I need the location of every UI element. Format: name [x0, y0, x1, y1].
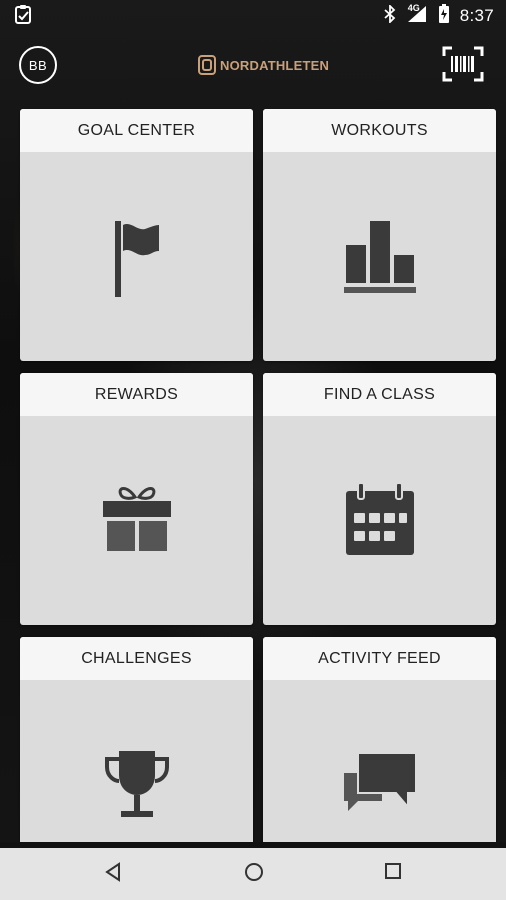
barcode-scan-icon — [442, 46, 484, 82]
app-header: BB NORDATHLETEN — [0, 32, 506, 98]
network-type: 4G — [407, 2, 420, 13]
tile-goal-center[interactable]: GOAL CENTER — [20, 109, 253, 361]
logo-text: NORDATHLETEN — [220, 57, 330, 73]
recents-icon — [385, 863, 401, 879]
back-button[interactable] — [104, 862, 122, 887]
tile-title: REWARDS — [20, 373, 253, 416]
tile-title: CHALLENGES — [20, 637, 253, 680]
tile-title: GOAL CENTER — [20, 109, 253, 152]
gift-icon — [20, 485, 253, 553]
tile-title: FIND A CLASS — [263, 373, 496, 416]
tile-title: WORKOUTS — [263, 109, 496, 152]
bar-chart-icon — [263, 221, 496, 295]
avatar[interactable]: BB — [19, 46, 57, 84]
chat-bubbles-icon — [263, 751, 496, 817]
logo-mark-icon — [198, 55, 216, 75]
barcode-scan-button[interactable] — [442, 46, 484, 82]
system-nav-bar — [0, 842, 506, 900]
trophy-icon — [20, 749, 253, 821]
calendar-icon — [263, 483, 496, 557]
flag-icon — [20, 221, 253, 297]
home-icon — [245, 863, 263, 881]
brand-logo: NORDATHLETEN — [198, 54, 329, 76]
bluetooth-icon — [384, 3, 396, 28]
status-bar: 4G 8:37 — [0, 0, 506, 32]
tile-find-a-class[interactable]: FIND A CLASS — [263, 373, 496, 625]
tile-rewards[interactable]: REWARDS — [20, 373, 253, 625]
recents-button[interactable] — [384, 862, 402, 885]
tile-title: ACTIVITY FEED — [263, 637, 496, 680]
signal-icon: 4G — [406, 2, 428, 28]
battery-icon — [438, 3, 450, 29]
notification-clipboard-icon — [14, 4, 32, 29]
back-icon — [105, 862, 120, 882]
clock: 8:37 — [459, 6, 494, 25]
tile-workouts[interactable]: WORKOUTS — [263, 109, 496, 361]
home-button[interactable] — [244, 862, 264, 887]
